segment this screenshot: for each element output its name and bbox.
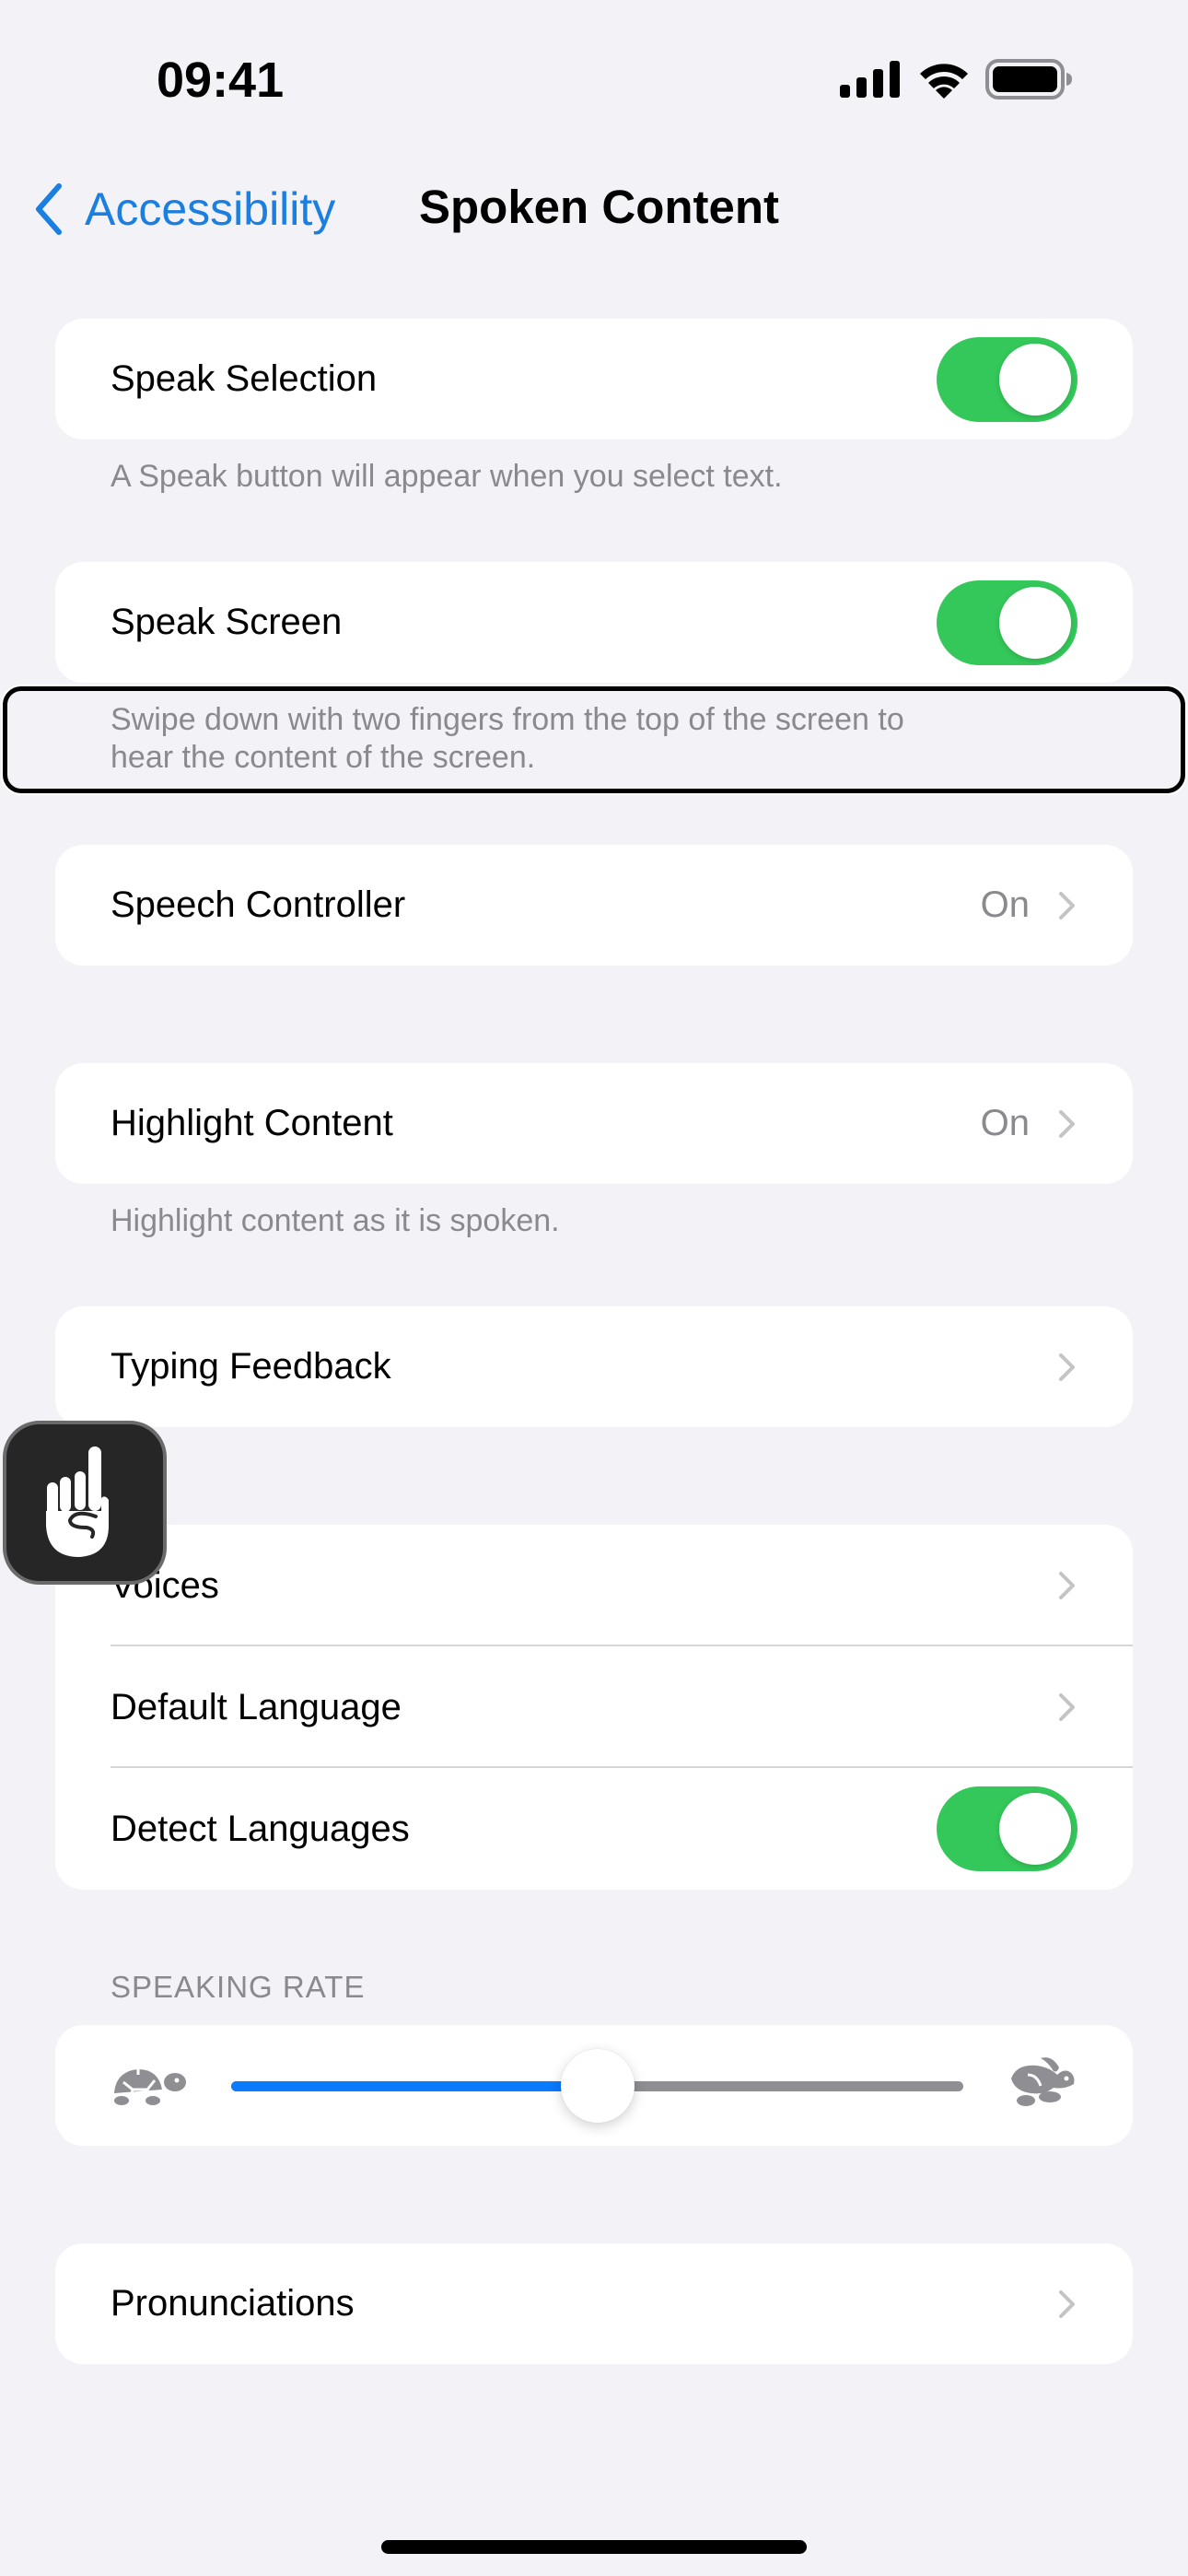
default-language-label: Default Language [111, 1686, 402, 1727]
cellular-signal-icon [840, 61, 900, 98]
detect-languages-row: Detect Languages [55, 1768, 1133, 1890]
speak-screen-row: Speak Screen [55, 562, 1133, 683]
speak-screen-footer-line1: Swipe down with two fingers from the top… [111, 702, 904, 737]
wifi-icon [920, 64, 968, 99]
pronunciations-row[interactable]: Pronunciations [55, 2243, 1133, 2364]
highlight-content-footer: Highlight content as it is spoken. [111, 1203, 560, 1238]
toggle-knob [999, 1793, 1071, 1865]
speak-selection-footer: A Speak button will appear when you sele… [111, 459, 783, 494]
speak-selection-toggle[interactable] [937, 336, 1077, 422]
speak-screen-label: Speak Screen [111, 602, 343, 642]
hand-pointing-up-icon [45, 1446, 109, 1557]
speech-controller-label: Speech Controller [111, 884, 406, 925]
status-icons [840, 59, 1074, 100]
rabbit-icon [1011, 2057, 1075, 2106]
chevron-right-icon [1059, 1352, 1075, 1381]
chevron-right-icon [1059, 1109, 1075, 1138]
chevron-right-icon [1059, 891, 1075, 919]
speak-screen-toggle[interactable] [937, 580, 1077, 665]
speaking-rate-card [55, 2025, 1133, 2146]
speak-screen-footer: Swipe down with two fingers from the top… [111, 701, 1087, 777]
chevron-left-icon [36, 183, 62, 235]
speech-controller-card: Speech Controller On [55, 845, 1133, 966]
slider-fill [231, 2081, 598, 2091]
voices-row[interactable]: Voices [55, 1525, 1133, 1646]
voices-label: Voices [111, 1564, 219, 1606]
voices-card: Voices Default Language Detect Languages [55, 1525, 1133, 1890]
speaking-rate-slider-row [55, 2025, 1133, 2146]
home-indicator[interactable] [381, 2540, 807, 2554]
toggle-knob [999, 343, 1071, 416]
back-label: Accessibility [85, 183, 336, 235]
chevron-right-icon [1059, 2289, 1075, 2318]
pronunciations-label: Pronunciations [111, 2283, 355, 2324]
highlight-content-value: On [980, 1103, 1030, 1143]
speech-controller-value: On [980, 884, 1030, 925]
speak-selection-card: Speak Selection [55, 319, 1133, 439]
status-time: 09:41 [157, 53, 285, 108]
speak-screen-footer-line2: hear the content of the screen. [111, 740, 536, 775]
highlight-content-card: Highlight Content On [55, 1063, 1133, 1184]
battery-icon [985, 59, 1072, 100]
typing-feedback-card: Typing Feedback [55, 1306, 1133, 1427]
chevron-right-icon [1059, 1572, 1075, 1599]
speak-selection-row: Speak Selection [55, 319, 1133, 439]
chevron-right-icon [1059, 1693, 1075, 1721]
assistive-touch-button[interactable] [3, 1421, 167, 1585]
toggle-knob [999, 586, 1071, 659]
detect-languages-toggle[interactable] [937, 1786, 1077, 1871]
speaking-rate-slider[interactable] [231, 2049, 963, 2123]
page-title: Spoken Content [419, 181, 779, 233]
default-language-row[interactable]: Default Language [55, 1646, 1133, 1768]
speech-controller-row[interactable]: Speech Controller On [55, 845, 1133, 966]
highlight-content-row[interactable]: Highlight Content On [55, 1063, 1133, 1184]
speak-screen-card: Speak Screen [55, 562, 1133, 683]
detect-languages-label: Detect Languages [111, 1808, 410, 1849]
back-button[interactable]: Accessibility [33, 177, 335, 241]
typing-feedback-label: Typing Feedback [111, 1346, 391, 1387]
highlight-content-label: Highlight Content [111, 1103, 393, 1143]
typing-feedback-row[interactable]: Typing Feedback [55, 1306, 1133, 1427]
speaking-rate-header: SPEAKING RATE [111, 1970, 366, 2004]
slider-thumb[interactable] [560, 2049, 635, 2123]
turtle-icon [114, 2069, 186, 2105]
speak-selection-label: Speak Selection [111, 358, 378, 399]
pronunciations-card: Pronunciations [55, 2243, 1133, 2364]
